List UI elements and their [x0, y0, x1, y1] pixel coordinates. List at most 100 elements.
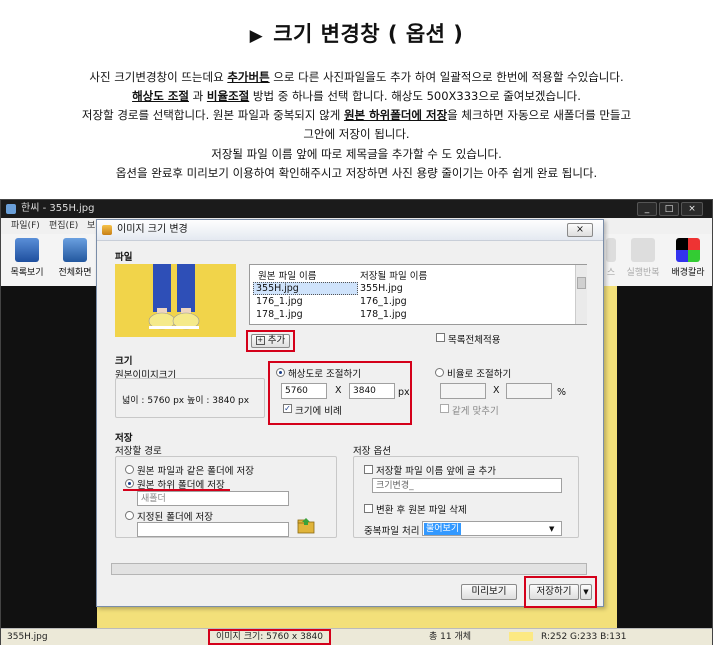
width-input[interactable]: 5760	[281, 383, 327, 399]
duplicate-label: 중복파일 처리	[364, 526, 420, 537]
add-button-label: 추가	[267, 335, 286, 346]
status-bar: 355H.jpg 이미지 크기: 5760 x 3840 총 11 개체 R:2…	[1, 628, 712, 645]
fullscreen-icon	[63, 238, 87, 262]
dialog-title: 이미지 크기 변경	[117, 224, 188, 235]
height-input[interactable]: 3840	[349, 383, 395, 399]
prefix-input[interactable]: 크기변경_	[372, 478, 562, 493]
ratio-option-label: 비율로 조절하기	[447, 369, 512, 380]
save-dropdown-button[interactable]: ▼	[580, 584, 592, 600]
toolbar-bg-color[interactable]: 배경칼라	[667, 238, 709, 278]
file-row-original[interactable]: 176_1.jpg	[256, 296, 303, 307]
file-row-saved[interactable]: 355H.jpg	[360, 283, 403, 294]
desc-emphasis: 비율조절	[206, 89, 250, 103]
duplicate-select[interactable]: 물어보기 ▼	[422, 521, 562, 536]
column-header-saved[interactable]: 저장될 파일 이름	[360, 268, 427, 282]
desc-text: 사진 크기변경창이 뜨는데요	[89, 70, 228, 84]
original-size-value: 넓이 : 5760 px 높이 : 3840 px	[122, 396, 250, 406]
scrollbar-thumb[interactable]	[577, 277, 586, 289]
keep-ratio-label: 크기에 비례	[295, 406, 342, 417]
save-button[interactable]: 저장하기	[529, 584, 579, 600]
menu-file[interactable]: 파일(F)	[11, 218, 40, 234]
same-fit-checkbox[interactable]	[440, 404, 449, 413]
original-size-box: 넓이 : 5760 px 높이 : 3840 px	[115, 378, 265, 418]
desc-text: 으로 다른 사진파일을도 추가 하여 일괄적으로 한번에 적용할 수있습니다.	[269, 70, 624, 84]
add-button[interactable]: + 추가	[251, 334, 290, 348]
folder-open-icon[interactable]	[297, 516, 315, 534]
ratio-height-input[interactable]	[506, 383, 552, 399]
toolbar-label: 목록보기	[10, 268, 44, 278]
progress-bar	[111, 563, 587, 575]
status-rgb: R:252 G:233 B:131	[541, 632, 627, 642]
custom-folder-label: 지정된 폴더에 저장	[137, 512, 213, 523]
list-view-icon	[15, 238, 39, 262]
preview-button[interactable]: 미리보기	[461, 584, 517, 600]
color-swatch	[509, 632, 533, 641]
triangle-marker-icon: ▶	[249, 26, 264, 46]
ratio-times-label: X	[493, 385, 500, 396]
status-filename: 355H.jpg	[7, 632, 48, 642]
toolbar-label: 실행반복	[626, 268, 660, 278]
ratio-width-input[interactable]	[440, 383, 486, 399]
apply-all-label: 목록전체적용	[448, 335, 501, 346]
page-title-text: 크기 변경창 ( 옵션 )	[273, 22, 464, 46]
toolbar-list-view[interactable]: 목록보기	[7, 238, 47, 278]
toolbar-partial[interactable]: 스	[605, 238, 617, 278]
times-label: X	[335, 385, 342, 396]
file-row-saved[interactable]: 176_1.jpg	[360, 296, 407, 307]
dialog-titlebar: 이미지 크기 변경 ×	[97, 220, 603, 241]
file-list[interactable]: 원본 파일 이름 저장될 파일 이름 355H.jpg 355H.jpg 176…	[249, 264, 587, 325]
description-line-1: 사진 크기변경창이 뜨는데요 추가버튼 으로 다른 사진파일을도 추가 하여 일…	[0, 68, 713, 87]
same-folder-radio[interactable]	[125, 465, 134, 474]
close-button[interactable]: ×	[681, 202, 703, 216]
keep-ratio-checkbox[interactable]: ✓	[283, 404, 292, 413]
file-list-scrollbar[interactable]	[575, 265, 587, 324]
save-options-label: 저장 옵션	[353, 446, 391, 457]
prefix-label: 저장할 파일 이름 앞에 글 추가	[376, 466, 496, 477]
percent-label: %	[557, 387, 567, 398]
px-unit-label: px	[398, 387, 410, 398]
menu-edit[interactable]: 편집(E)	[49, 218, 78, 234]
app-logo-icon	[6, 204, 16, 214]
file-row-saved[interactable]: 178_1.jpg	[360, 309, 407, 320]
dialog-close-button[interactable]: ×	[567, 223, 593, 237]
desc-emphasis: 추가버튼	[227, 70, 270, 84]
description-line-3: 저장할 경로를 선택합니다. 원본 파일과 중복되지 않게 원본 하위폴더에 저…	[0, 106, 713, 125]
column-header-original[interactable]: 원본 파일 이름	[258, 268, 316, 282]
minimize-button[interactable]: _	[637, 202, 657, 216]
save-path-label: 저장할 경로	[115, 446, 162, 457]
resolution-radio[interactable]	[276, 368, 285, 377]
photo-thumbnail	[115, 264, 236, 337]
toolbar-label: 스	[606, 268, 616, 278]
prefix-checkbox[interactable]	[364, 465, 373, 474]
save-section-label: 저장	[115, 433, 133, 444]
subfolder-name-input[interactable]: 새폴더	[137, 491, 289, 506]
status-count: 총 11 개체	[429, 632, 472, 642]
apply-all-checkbox[interactable]	[436, 333, 445, 342]
subfolder-radio[interactable]	[125, 479, 134, 488]
description-line-6: 옵션을 완료후 미리보기 이용하여 확인해주시고 저장하면 사진 용량 줄이기는…	[115, 166, 598, 180]
repeat-icon	[631, 238, 655, 262]
description-line-2: 해상도 조절 과 비율조절 방법 중 하나를 선택 합니다. 해상도 500X3…	[0, 87, 713, 106]
size-section-label: 크기	[115, 356, 133, 367]
toolbar-label: 전체화면	[58, 268, 92, 278]
chevron-down-icon: ▼	[549, 525, 555, 533]
add-plus-icon: +	[255, 336, 265, 345]
menu-partial[interactable]: 보	[87, 218, 95, 234]
maximize-button[interactable]: □	[659, 202, 679, 216]
desc-text: 방법 중 하나를 선택 합니다. 해상도 500X333으로 줄여보겠습니다.	[249, 89, 581, 103]
same-folder-label: 원본 파일과 같은 폴더에 저장	[137, 466, 254, 477]
toolbar-fullscreen[interactable]: 전체화면	[53, 238, 97, 278]
file-row-original[interactable]: 178_1.jpg	[256, 309, 303, 320]
toolbar-repeat[interactable]: 실행반복	[623, 238, 663, 278]
description-line-5: 저장될 파일 이름 앞에 따로 제목글을 추가할 수 도 있습니다.	[211, 147, 502, 161]
page-title: ▶ 크기 변경창 ( 옵션 )	[0, 18, 713, 48]
resize-dialog: 이미지 크기 변경 × 파일 원본 파일 이름 저장될 파일 이름 355H.j…	[96, 219, 604, 608]
custom-folder-input[interactable]	[137, 522, 289, 537]
ratio-radio[interactable]	[435, 368, 444, 377]
toolbar-label: 배경칼라	[671, 268, 705, 278]
desc-text: 을 체크하면 자동으로 새폴더를 만들고	[447, 108, 632, 122]
custom-folder-radio[interactable]	[125, 511, 134, 520]
description-line-4: 그안에 저장이 됩니다.	[303, 127, 410, 141]
file-row-original[interactable]: 355H.jpg	[256, 283, 299, 294]
delete-original-checkbox[interactable]	[364, 504, 373, 513]
